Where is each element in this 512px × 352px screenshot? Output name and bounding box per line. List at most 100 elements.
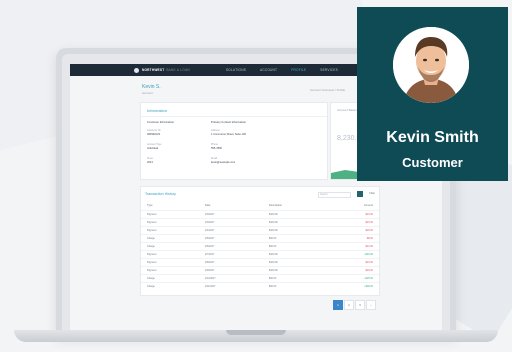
nav-item-services[interactable]: SERVICES bbox=[320, 68, 338, 72]
amount-cell: -$15.00 bbox=[364, 221, 373, 224]
type-cell: Payment bbox=[147, 269, 157, 272]
field-value: 482930123 bbox=[147, 133, 160, 136]
description-cell: $20.00 bbox=[269, 285, 277, 288]
page-button[interactable]: › bbox=[366, 300, 376, 310]
nav-item-account[interactable]: ACCOUNT bbox=[260, 68, 277, 72]
field-label: Account Type bbox=[147, 143, 162, 146]
amount-cell: -$18.00 bbox=[364, 269, 373, 272]
date-cell: 2/4/2017 bbox=[205, 229, 215, 232]
amount-cell: +$25.00 bbox=[364, 277, 373, 280]
type-cell: Payment bbox=[147, 261, 157, 264]
person-icon bbox=[393, 27, 469, 103]
page-subtitle: Account bbox=[142, 91, 153, 95]
table-row[interactable]: Payment 2/4/2017 $100.00 -$20.00 bbox=[141, 226, 379, 234]
avatar bbox=[393, 27, 469, 103]
breadcrumb[interactable]: Account Overview / Profile bbox=[310, 88, 345, 92]
type-cell: Payment bbox=[147, 213, 157, 216]
type-cell: Payment bbox=[147, 229, 157, 232]
type-cell: Charge bbox=[147, 245, 155, 248]
description-cell: $100.00 bbox=[269, 213, 278, 216]
laptop-notch bbox=[226, 330, 286, 335]
customer-profile-card: Kevin Smith Customer bbox=[357, 7, 508, 181]
amount-cell: -$10.00 bbox=[364, 261, 373, 264]
type-cell: Charge bbox=[147, 237, 155, 240]
description-cell: $20.00 bbox=[269, 245, 277, 248]
field-label: Address bbox=[211, 129, 220, 132]
column-header[interactable]: Type bbox=[147, 204, 153, 207]
date-cell: 2/10/2017 bbox=[205, 277, 216, 280]
amount-cell: +$30.00 bbox=[364, 285, 373, 288]
description-cell: $20.00 bbox=[269, 277, 277, 280]
date-cell: 2/11/2017 bbox=[205, 285, 216, 288]
contact-info-header: Primary Contact Information bbox=[211, 121, 247, 124]
page-title: Kevin S. bbox=[142, 84, 161, 90]
date-cell: 2/5/2017 bbox=[205, 237, 215, 240]
table-row[interactable]: Charge 2/10/2017 $20.00 +$25.00 bbox=[141, 274, 379, 282]
description-cell: $100.00 bbox=[269, 261, 278, 264]
type-cell: Charge bbox=[147, 277, 155, 280]
description-cell: $100.00 bbox=[269, 253, 278, 256]
information-card: Information Customer Information Primary… bbox=[140, 102, 328, 180]
nav-menu: SOLUTIONS ACCOUNT PROFILE SERVICES bbox=[226, 68, 352, 72]
description-cell: $100.00 bbox=[269, 221, 278, 224]
amount-cell: -$12.00 bbox=[364, 245, 373, 248]
table-row[interactable]: Charge 2/6/2017 $20.00 -$12.00 bbox=[141, 242, 379, 250]
field-value: 555-7890 bbox=[211, 147, 222, 150]
view-toggle-button[interactable] bbox=[357, 191, 363, 197]
description-cell: $100.00 bbox=[269, 269, 278, 272]
type-cell: Payment bbox=[147, 221, 157, 224]
brand-logo-icon bbox=[134, 67, 139, 73]
table-row[interactable]: Payment 2/3/2017 $100.00 -$15.00 bbox=[141, 218, 379, 226]
field-label: Email bbox=[211, 157, 217, 160]
transaction-history-title: Transaction History bbox=[145, 192, 176, 196]
customer-name: Kevin Smith bbox=[386, 129, 479, 146]
type-cell: Charge bbox=[147, 285, 155, 288]
transaction-history-card: Transaction History Search Filter Type D… bbox=[140, 186, 380, 296]
date-cell: 2/6/2017 bbox=[205, 245, 215, 248]
information-card-title: Information bbox=[147, 108, 168, 113]
field-label: Customer ID bbox=[147, 129, 161, 132]
pagination: 1 2 3 › bbox=[332, 300, 376, 310]
description-cell: $100.00 bbox=[269, 229, 278, 232]
column-header[interactable]: Date bbox=[205, 204, 210, 207]
description-cell: $20.00 bbox=[269, 237, 277, 240]
type-cell: Payment bbox=[147, 253, 157, 256]
page-button[interactable]: 2 bbox=[344, 300, 354, 310]
date-cell: 2/3/2017 bbox=[205, 221, 215, 224]
column-header[interactable]: Description bbox=[269, 204, 282, 207]
date-cell: 2/9/2017 bbox=[205, 269, 215, 272]
column-header[interactable]: Amount bbox=[364, 204, 373, 207]
date-cell: 2/3/2017 bbox=[205, 213, 215, 216]
date-cell: 2/7/2017 bbox=[205, 253, 215, 256]
field-value: 2013 bbox=[147, 161, 153, 164]
table-row[interactable]: Payment 2/3/2017 $100.00 -$10.00 bbox=[141, 210, 379, 218]
field-value: kevin@example.com bbox=[211, 161, 236, 164]
field-label: Since bbox=[147, 157, 153, 160]
nav-item-profile[interactable]: PROFILE bbox=[291, 68, 306, 72]
customer-info-header: Customer Information bbox=[147, 121, 175, 124]
amount-cell: -$20.00 bbox=[364, 229, 373, 232]
table-header: Type Date Description Amount bbox=[141, 203, 379, 209]
brand-subtitle: BANK & LOAN bbox=[166, 68, 190, 72]
table-row[interactable]: Payment 2/7/2017 $100.00 +$40.00 bbox=[141, 250, 379, 258]
date-cell: 2/8/2017 bbox=[205, 261, 215, 264]
table-row[interactable]: Charge 2/11/2017 $20.00 +$30.00 bbox=[141, 282, 379, 290]
divider bbox=[141, 116, 327, 117]
amount-cell: -$10.00 bbox=[364, 213, 373, 216]
brand[interactable]: NORTHWEST BANK & LOAN bbox=[134, 67, 190, 73]
field-value: Individual bbox=[147, 147, 158, 150]
brand-name: NORTHWEST bbox=[142, 68, 165, 72]
amount-cell: -$8.00 bbox=[366, 237, 373, 240]
field-label: Phone bbox=[211, 143, 218, 146]
nav-item-solutions[interactable]: SOLUTIONS bbox=[226, 68, 246, 72]
page-button[interactable]: 3 bbox=[355, 300, 365, 310]
table-row[interactable]: Charge 2/5/2017 $20.00 -$8.00 bbox=[141, 234, 379, 242]
field-value: 1 Commerce Street, Suite 100 bbox=[211, 133, 246, 136]
customer-role: Customer bbox=[402, 155, 463, 170]
table-row[interactable]: Payment 2/9/2017 $100.00 -$18.00 bbox=[141, 266, 379, 274]
table-row[interactable]: Payment 2/8/2017 $100.00 -$10.00 bbox=[141, 258, 379, 266]
filter-button[interactable]: Filter bbox=[369, 192, 375, 195]
transaction-search-input[interactable]: Search bbox=[318, 192, 351, 198]
page-button[interactable]: 1 bbox=[333, 300, 343, 310]
amount-cell: +$40.00 bbox=[364, 253, 373, 256]
